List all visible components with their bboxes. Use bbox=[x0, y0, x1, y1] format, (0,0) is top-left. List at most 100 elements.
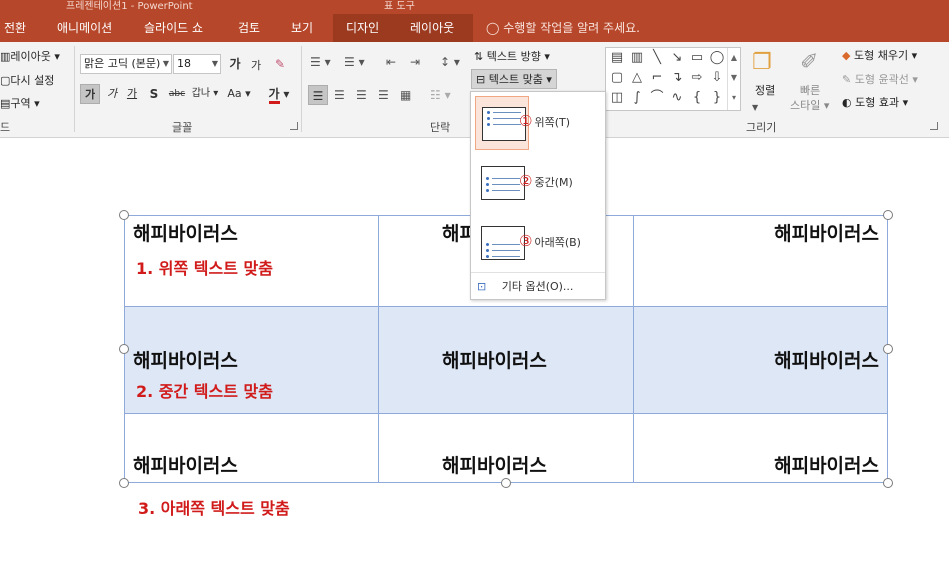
layout-icon: ▥ bbox=[0, 50, 11, 63]
resize-handle[interactable] bbox=[501, 478, 511, 488]
drawing-dialog-launcher[interactable] bbox=[930, 122, 938, 130]
arrange-icon[interactable]: ❐ bbox=[752, 50, 772, 76]
line-shape-icon[interactable]: ╲ bbox=[648, 50, 666, 66]
quick-styles-icon[interactable]: ✐ bbox=[800, 50, 818, 76]
shape-outline-button[interactable]: ✎ 도형 윤곽선 ▾ bbox=[842, 71, 918, 87]
tab-animations[interactable]: 애니메이션 bbox=[57, 14, 119, 42]
character-spacing-button[interactable]: 갑나 ▾ bbox=[190, 84, 220, 104]
clear-formatting-icon[interactable]: ✎ bbox=[275, 56, 285, 72]
text-align-icon: ⊟ bbox=[476, 73, 486, 86]
font-dialog-launcher[interactable] bbox=[290, 122, 298, 130]
rounded-rect-shape-icon[interactable]: ▢ bbox=[608, 70, 626, 86]
change-case-button[interactable]: Aa ▾ bbox=[224, 84, 254, 104]
table-cell[interactable]: 해피바이러스 bbox=[378, 306, 634, 414]
effects-icon: ◐ bbox=[842, 96, 852, 109]
columns-icon[interactable]: ☷ ▾ bbox=[430, 87, 451, 103]
align-left-button[interactable]: ☰ bbox=[308, 85, 328, 105]
align-middle-option[interactable]: ② 중간(M) bbox=[471, 154, 605, 212]
group-separator bbox=[301, 46, 302, 132]
quick-styles-label-2[interactable]: 스타일 ▾ bbox=[790, 97, 829, 113]
tell-me-box[interactable]: ◯ 수행할 작업을 알려 주세요. bbox=[486, 14, 640, 42]
resize-handle[interactable] bbox=[883, 210, 893, 220]
resize-handle[interactable] bbox=[883, 478, 893, 488]
table-cell[interactable]: 해피바이러스 bbox=[633, 306, 888, 414]
down-arrow-shape-icon[interactable]: ⇩ bbox=[708, 70, 726, 86]
grow-font-button[interactable]: 가 bbox=[226, 54, 244, 74]
right-arrow-shape-icon[interactable]: ⇨ bbox=[688, 70, 706, 86]
tab-slideshow[interactable]: 슬라이드 쇼 bbox=[144, 14, 212, 42]
font-size-combo[interactable]: 18 ▼ bbox=[173, 54, 221, 74]
table-cell[interactable]: 해피바이러스 bbox=[633, 215, 888, 307]
bullets-icon[interactable]: ☰ ▾ bbox=[310, 54, 331, 70]
text-direction-button[interactable]: ⇅ 텍스트 방향 ▾ bbox=[474, 48, 550, 64]
shrink-font-button[interactable]: 가 bbox=[248, 56, 264, 76]
table-cell[interactable]: 해피바이러스 bbox=[378, 413, 634, 483]
resize-handle[interactable] bbox=[119, 478, 129, 488]
more-options-item[interactable]: ⊡ 기타 옵션(O)... bbox=[477, 278, 601, 296]
contextual-tool-label: 표 도구 bbox=[384, 1, 415, 12]
tab-review[interactable]: 검토 bbox=[238, 14, 268, 42]
shapes-gallery[interactable]: ▤ ▥ ╲ ↘ ▭ ◯ ▢ △ ⌐ ↴ ⇨ ⇩ ◫ ∫ ⌒ ∿ { } ▲ ▼ ▾ bbox=[605, 47, 741, 111]
font-color-button[interactable]: 가 ▾ bbox=[264, 84, 294, 104]
bold-button[interactable]: 가 bbox=[80, 84, 100, 104]
align-center-icon[interactable]: ☰ bbox=[334, 87, 345, 103]
chevron-down-icon: ▼ bbox=[752, 103, 759, 112]
align-bottom-option[interactable]: ③ 아래쪽(B) bbox=[471, 214, 605, 272]
underline-button[interactable]: 가 bbox=[124, 84, 140, 104]
arrow-shape-icon[interactable]: ↘ bbox=[668, 50, 686, 66]
decrease-indent-icon[interactable]: ⇤ bbox=[386, 54, 396, 70]
resize-handle[interactable] bbox=[119, 344, 129, 354]
text-align-dropdown: ① 위쪽(T) ② 중간(M) ③ 아래쪽(B) ⊡ 기타 옵션(O)... bbox=[470, 91, 606, 300]
ribbon-tabs: 전환 애니메이션 슬라이드 쇼 검토 보기 디자인 레이아웃 ◯ 수행할 작업을… bbox=[0, 14, 949, 42]
table-cell[interactable]: 해피바이러스 bbox=[633, 413, 888, 483]
gallery-scroll[interactable]: ▲ ▼ ▾ bbox=[727, 48, 740, 110]
reset-icon: ▢ bbox=[0, 74, 11, 87]
wave-shape-icon[interactable]: ∿ bbox=[668, 90, 686, 106]
table-cell[interactable]: 해피바이러스 bbox=[124, 413, 379, 483]
strikethrough-button[interactable]: abc bbox=[166, 84, 188, 104]
distribute-icon[interactable]: ▦ bbox=[400, 87, 411, 103]
lightbulb-icon: ◯ bbox=[486, 21, 500, 35]
oval-shape-icon[interactable]: ◯ bbox=[708, 50, 726, 66]
right-brace-shape-icon[interactable]: } bbox=[708, 90, 726, 106]
justify-icon[interactable]: ☰ bbox=[378, 87, 389, 103]
tab-view[interactable]: 보기 bbox=[291, 14, 321, 42]
text-align-button[interactable]: ⊟ 텍스트 맞춤 ▾ bbox=[471, 69, 557, 89]
section-button[interactable]: ▤구역 ▾ bbox=[0, 95, 40, 111]
numbering-icon[interactable]: ☰ ▾ bbox=[344, 54, 365, 70]
align-top-option[interactable]: ① 위쪽(T) bbox=[471, 94, 605, 152]
align-right-icon[interactable]: ☰ bbox=[356, 87, 367, 103]
shape-effects-button[interactable]: ◐ 도형 효과 ▾ bbox=[842, 94, 908, 110]
align-left-icon: ☰ bbox=[312, 89, 324, 103]
text-direction-icon: ⇅ bbox=[474, 50, 484, 63]
increase-indent-icon[interactable]: ⇥ bbox=[410, 54, 420, 70]
resize-handle[interactable] bbox=[883, 344, 893, 354]
textbox-shape-icon[interactable]: ▤ bbox=[608, 50, 626, 66]
left-brace-shape-icon[interactable]: { bbox=[688, 90, 706, 106]
curve-shape-icon[interactable]: ∫ bbox=[628, 90, 646, 106]
tab-transitions[interactable]: 전환 bbox=[4, 14, 34, 42]
options-icon: ⊡ bbox=[477, 280, 487, 293]
shadow-button[interactable]: S bbox=[146, 84, 162, 104]
rectangle-shape-icon[interactable]: ▭ bbox=[688, 50, 706, 66]
resize-handle[interactable] bbox=[119, 210, 129, 220]
italic-button[interactable]: 가 bbox=[104, 84, 120, 104]
line-spacing-icon[interactable]: ↕ ▾ bbox=[440, 54, 460, 70]
triangle-shape-icon[interactable]: △ bbox=[628, 70, 646, 86]
section-icon: ▤ bbox=[0, 97, 11, 110]
callout-shape-icon[interactable]: ◫ bbox=[608, 90, 626, 106]
arrange-button[interactable]: 정렬 bbox=[755, 82, 775, 98]
font-name-combo[interactable]: 맑은 고딕 (본문) ▼ bbox=[80, 54, 172, 74]
shape-fill-button[interactable]: ◆ 도형 채우기 ▾ bbox=[842, 47, 917, 63]
arc-shape-icon[interactable]: ⌒ bbox=[648, 90, 666, 106]
quick-styles-label-1[interactable]: 빠른 bbox=[800, 82, 820, 98]
layout-button[interactable]: ▥레이아웃 ▾ bbox=[0, 48, 60, 64]
tab-table-layout[interactable]: 레이아웃 bbox=[395, 14, 473, 42]
tell-me-text: 수행할 작업을 알려 주세요. bbox=[503, 21, 640, 35]
reset-button[interactable]: ▢다시 설정 bbox=[0, 72, 54, 88]
slides-group-label: 드 bbox=[0, 121, 11, 134]
elbow-connector-shape-icon[interactable]: ⌐ bbox=[648, 70, 666, 86]
tab-table-design[interactable]: 디자인 bbox=[333, 14, 395, 42]
elbow-arrow-shape-icon[interactable]: ↴ bbox=[668, 70, 686, 86]
vertical-textbox-shape-icon[interactable]: ▥ bbox=[628, 50, 646, 66]
